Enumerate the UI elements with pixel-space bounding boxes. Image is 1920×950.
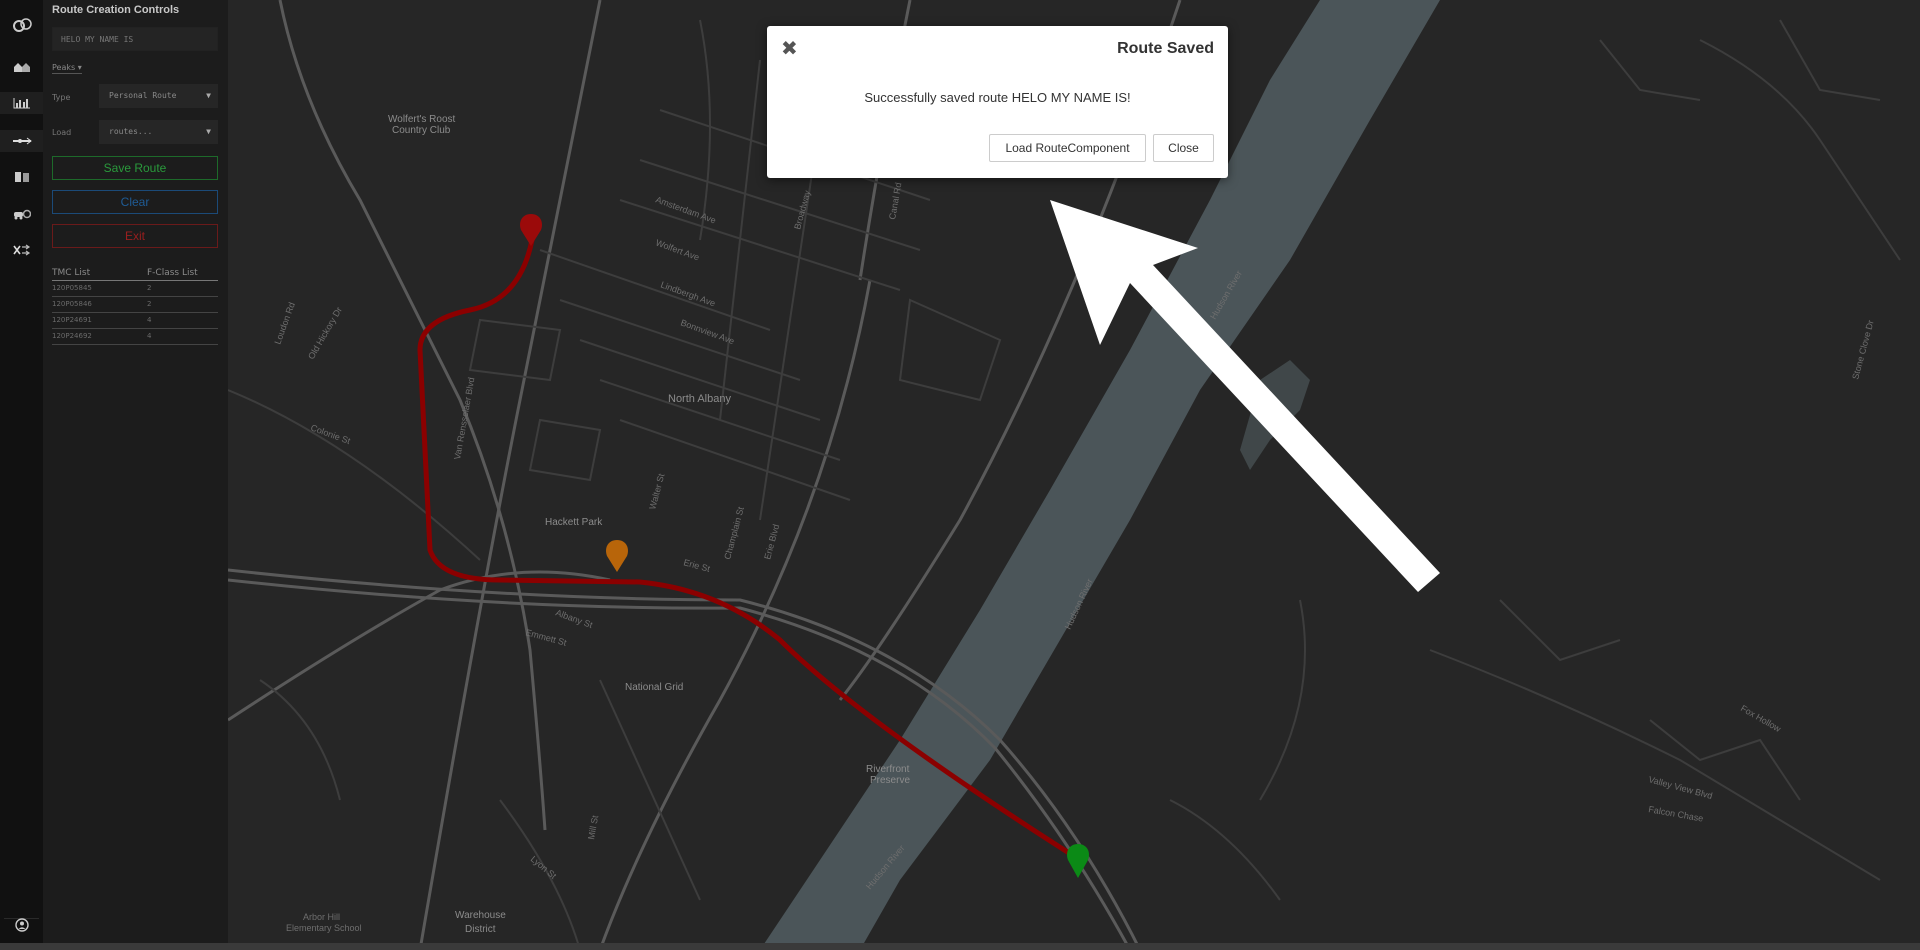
map-label: Hackett Park <box>545 517 603 528</box>
chevron-down-icon: ▼ <box>206 127 211 136</box>
icon-rail <box>0 0 44 950</box>
peaks-dropdown[interactable]: Peaks ▾ <box>52 63 82 74</box>
save-route-button[interactable]: Save Route <box>52 156 218 180</box>
fclass-cell: 2 <box>147 284 152 292</box>
map-label: Arbor Hill <box>303 912 340 922</box>
fclass-cell: 4 <box>147 316 152 324</box>
type-select-value: Personal Route <box>109 91 177 100</box>
map-label: District <box>465 924 496 935</box>
map-label: North Albany <box>668 393 731 405</box>
shuffle-icon[interactable] <box>0 239 43 261</box>
load-route-component-button[interactable]: Load RouteComponent <box>989 134 1146 162</box>
table-row[interactable]: 120P24692 4 <box>52 329 218 345</box>
route-creation-panel: Route Creation Controls HELO MY NAME IS … <box>43 0 228 950</box>
bottom-scrollbar[interactable] <box>0 943 1920 950</box>
route-icon[interactable] <box>0 130 43 152</box>
route-name-input[interactable]: HELO MY NAME IS <box>52 27 218 51</box>
route-saved-dialog: ✖ Route Saved Successfully saved route H… <box>767 26 1228 178</box>
chart-icon[interactable] <box>0 92 43 114</box>
logo-icon[interactable] <box>0 14 43 36</box>
tmc-cell: 120P05845 <box>52 284 92 292</box>
map-label: Warehouse <box>455 910 506 921</box>
dialog-message: Successfully saved route HELO MY NAME IS… <box>864 90 1131 105</box>
car-icon[interactable] <box>0 203 43 225</box>
dialog-title: Route Saved <box>1117 40 1214 57</box>
map-label: Elementary School <box>286 923 362 933</box>
load-label: Load <box>52 128 72 137</box>
clear-button[interactable]: Clear <box>52 190 218 214</box>
fclass-cell: 2 <box>147 300 152 308</box>
map-label: Wolfert's Roost <box>388 114 456 125</box>
load-select-value: routes... <box>109 127 153 136</box>
tmc-cell: 120P24692 <box>52 332 92 340</box>
chevron-down-icon: ▼ <box>206 91 211 100</box>
tmc-cell: 120P05846 <box>52 300 92 308</box>
fclass-list-header: F-Class List <box>147 268 198 278</box>
exit-button[interactable]: Exit <box>52 224 218 248</box>
panel-title: Route Creation Controls <box>52 4 180 16</box>
table-header: TMC List F-Class List <box>52 268 218 281</box>
table-row[interactable]: 120P05845 2 <box>52 281 218 297</box>
load-select[interactable]: routes... ▼ <box>99 120 218 144</box>
type-label: Type <box>52 93 71 102</box>
table-row[interactable]: 120P05846 2 <box>52 297 218 313</box>
home-icon[interactable] <box>0 56 43 78</box>
tmc-cell: 120P24691 <box>52 316 92 324</box>
tmc-list-header: TMC List <box>52 268 91 278</box>
fclass-cell: 4 <box>147 332 152 340</box>
close-button[interactable]: Close <box>1153 134 1214 162</box>
close-icon[interactable]: ✖ <box>781 38 798 58</box>
tmc-table: TMC List F-Class List 120P05845 2 120P05… <box>52 268 218 345</box>
table-row[interactable]: 120P24691 4 <box>52 313 218 329</box>
document-icon[interactable] <box>0 166 43 188</box>
type-select[interactable]: Personal Route ▼ <box>99 84 218 108</box>
map-label: Riverfront <box>866 764 910 775</box>
map-label: Preserve <box>870 775 910 786</box>
map-label: National Grid <box>625 682 683 693</box>
map-label: Country Club <box>392 125 451 136</box>
user-icon[interactable] <box>0 914 43 936</box>
